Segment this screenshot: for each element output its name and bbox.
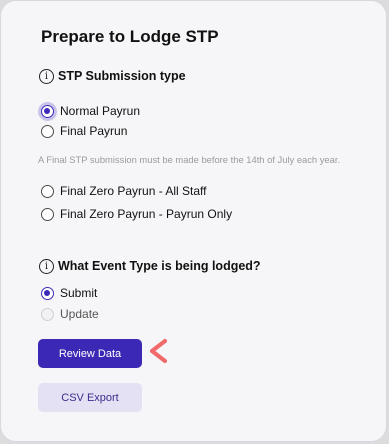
radio-final-zero-payrun-only[interactable]: Final Zero Payrun - Payrun Only xyxy=(41,205,232,223)
event-type-header: i What Event Type is being lodged? xyxy=(39,257,261,275)
review-data-button[interactable]: Review Data xyxy=(38,339,142,368)
csv-export-button[interactable]: CSV Export xyxy=(38,383,142,412)
radio-button xyxy=(41,307,54,321)
radio-final-zero-all-staff[interactable]: Final Zero Payrun - All Staff xyxy=(41,182,207,200)
section-label: STP Submission type xyxy=(58,69,186,83)
page-title: Prepare to Lodge STP xyxy=(41,27,219,46)
radio-button[interactable] xyxy=(41,124,54,138)
radio-label: Update xyxy=(60,307,99,321)
radio-normal-payrun[interactable]: Normal Payrun xyxy=(41,102,140,120)
radio-label: Final Zero Payrun - All Staff xyxy=(60,184,207,198)
chevron-left-icon xyxy=(149,338,168,364)
radio-label: Final Payrun xyxy=(60,124,128,138)
radio-button[interactable] xyxy=(41,184,54,198)
radio-button[interactable] xyxy=(41,286,54,300)
radio-label: Final Zero Payrun - Payrun Only xyxy=(60,207,233,221)
radio-submit[interactable]: Submit xyxy=(41,284,97,302)
final-stp-note: A Final STP submission must be made befo… xyxy=(38,154,341,165)
radio-final-payrun[interactable]: Final Payrun xyxy=(41,122,127,140)
radio-button[interactable] xyxy=(41,104,54,118)
radio-label: Submit xyxy=(60,286,98,300)
info-icon[interactable]: i xyxy=(39,68,54,84)
stp-submission-type-header: i STP Submission type xyxy=(39,67,186,85)
lodge-stp-card: Prepare to Lodge STP i STP Submission ty… xyxy=(0,0,387,442)
radio-button[interactable] xyxy=(41,207,54,221)
radio-update: Update xyxy=(41,305,99,323)
info-icon[interactable]: i xyxy=(39,258,54,274)
radio-label: Normal Payrun xyxy=(60,104,141,118)
section-label: What Event Type is being lodged? xyxy=(58,259,261,273)
